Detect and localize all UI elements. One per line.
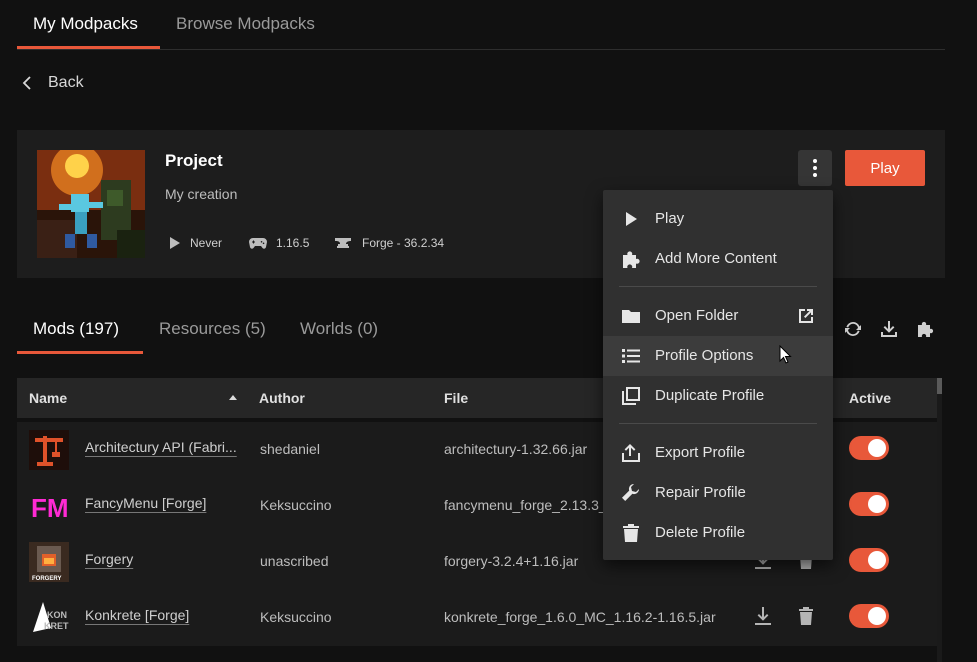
- mod-file: konkrete_forge_1.6.0_MC_1.16.2-1.16.5.ja…: [444, 609, 716, 625]
- menu-item-open-folder[interactable]: Open Folder: [603, 296, 833, 336]
- menu-item-label: Play: [655, 210, 685, 227]
- download-icon[interactable]: [754, 606, 772, 626]
- menu-item-profile-options[interactable]: Profile Options: [603, 336, 833, 376]
- menu-item-label: Repair Profile: [655, 484, 746, 501]
- menu-item-label: Delete Profile: [655, 524, 746, 541]
- project-thumbnail: [37, 150, 145, 258]
- mod-icon: KON KRETE: [29, 598, 69, 638]
- back-label: Back: [48, 74, 84, 91]
- mod-author: unascribed: [260, 553, 329, 569]
- project-description: My creation: [165, 186, 238, 202]
- mod-file: architectury-1.32.66.jar: [444, 441, 588, 457]
- menu-item-label: Profile Options: [655, 347, 754, 364]
- mod-name-link[interactable]: Forgery: [85, 551, 133, 567]
- download-icon[interactable]: [880, 320, 898, 338]
- trash-icon: [623, 524, 639, 542]
- tab-my-modpacks[interactable]: My Modpacks: [33, 14, 138, 34]
- folder-icon: [622, 310, 640, 323]
- mouse-cursor-icon: [779, 345, 792, 364]
- tab-resources[interactable]: Resources (5): [159, 319, 266, 339]
- copy-icon: [622, 387, 640, 405]
- more-options-button[interactable]: [798, 150, 832, 186]
- external-link-icon: [799, 309, 813, 323]
- anvil-icon: [335, 238, 351, 248]
- menu-item-label: Export Profile: [655, 444, 746, 461]
- konkrete-logo-text-top: KON: [47, 610, 67, 620]
- menu-item-label: Open Folder: [655, 307, 739, 324]
- game-version-value: 1.16.5: [276, 236, 310, 250]
- menu-item-label: Duplicate Profile: [655, 387, 765, 404]
- mod-loader: Forge - 36.2.34: [333, 236, 444, 250]
- active-toggle[interactable]: [849, 492, 889, 516]
- mod-loader-value: Forge - 36.2.34: [362, 236, 445, 250]
- active-content-tab-indicator: [17, 351, 143, 354]
- mod-icon: FM: [29, 486, 69, 526]
- menu-divider: [619, 423, 817, 424]
- mod-icon: FORGERY: [29, 542, 69, 582]
- kebab-dot: [813, 173, 817, 177]
- mod-author: Keksuccino: [260, 497, 332, 513]
- scrollbar-thumb[interactable]: [937, 378, 942, 394]
- active-toggle[interactable]: [849, 604, 889, 628]
- forgery-logo-text: FORGERY: [32, 576, 61, 582]
- menu-item-delete-profile[interactable]: Delete Profile: [603, 513, 833, 553]
- back-button[interactable]: Back: [22, 74, 84, 92]
- tab-browse-modpacks[interactable]: Browse Modpacks: [176, 14, 315, 34]
- active-toggle[interactable]: [849, 436, 889, 460]
- trash-icon[interactable]: [798, 606, 814, 626]
- menu-divider: [619, 286, 817, 287]
- kebab-dot: [813, 166, 817, 170]
- content-tab-bar: Mods (197) Resources (5) Worlds (0): [17, 310, 617, 354]
- menu-item-repair-profile[interactable]: Repair Profile: [603, 473, 833, 513]
- last-played-value: Never: [190, 236, 223, 250]
- game-version: 1.16.5: [249, 236, 309, 250]
- play-icon: [626, 212, 637, 226]
- menu-item-play[interactable]: Play: [603, 199, 833, 239]
- wrench-icon: [622, 483, 640, 501]
- table-row: KON KRETE Konkrete [Forge] Keksuccino ko…: [17, 590, 937, 646]
- kebab-dot: [813, 159, 817, 163]
- mod-icon: [29, 430, 69, 470]
- konkrete-logo-text-bottom: KRETE: [44, 621, 69, 631]
- tab-mods[interactable]: Mods (197): [33, 319, 119, 339]
- top-tab-bar: My Modpacks Browse Modpacks: [17, 0, 945, 50]
- tab-worlds[interactable]: Worlds (0): [300, 319, 378, 339]
- sort-ascending-icon[interactable]: [229, 395, 237, 400]
- menu-item-export-profile[interactable]: Export Profile: [603, 433, 833, 473]
- column-file[interactable]: File: [444, 390, 468, 406]
- column-name[interactable]: Name: [29, 390, 67, 406]
- list-icon: [622, 349, 640, 363]
- column-active[interactable]: Active: [849, 390, 891, 406]
- upload-icon: [622, 444, 640, 462]
- puzzle-icon[interactable]: [916, 320, 934, 338]
- toolbar: [844, 320, 934, 338]
- active-toggle[interactable]: [849, 548, 889, 572]
- mod-file: fancymenu_forge_2.13.3_: [444, 497, 607, 513]
- chevron-left-icon: [22, 76, 31, 90]
- menu-item-add-content[interactable]: Add More Content: [603, 239, 833, 279]
- menu-item-label: Add More Content: [655, 250, 777, 267]
- play-button[interactable]: Play: [845, 150, 925, 186]
- column-author[interactable]: Author: [259, 390, 305, 406]
- project-title: Project: [165, 151, 223, 170]
- mod-author: Keksuccino: [260, 609, 332, 625]
- profile-context-menu: Play Add More Content Open Folder Profil…: [603, 190, 833, 560]
- puzzle-icon: [623, 251, 640, 268]
- fancymenu-logo-text: FM: [31, 493, 69, 523]
- mod-name-link[interactable]: FancyMenu [Forge]: [85, 495, 206, 511]
- last-played: Never: [169, 236, 222, 250]
- play-icon: [170, 237, 180, 249]
- scrollbar-track[interactable]: [937, 378, 942, 662]
- active-tab-indicator: [17, 46, 160, 49]
- menu-item-duplicate-profile[interactable]: Duplicate Profile: [603, 376, 833, 416]
- mod-name-link[interactable]: Konkrete [Forge]: [85, 607, 189, 623]
- mod-file: forgery-3.2.4+1.16.jar: [444, 553, 579, 569]
- gamepad-icon: [249, 238, 267, 249]
- refresh-icon[interactable]: [844, 320, 862, 338]
- mod-name-link[interactable]: Architectury API (Fabri...: [85, 439, 237, 455]
- mod-author: shedaniel: [260, 441, 320, 457]
